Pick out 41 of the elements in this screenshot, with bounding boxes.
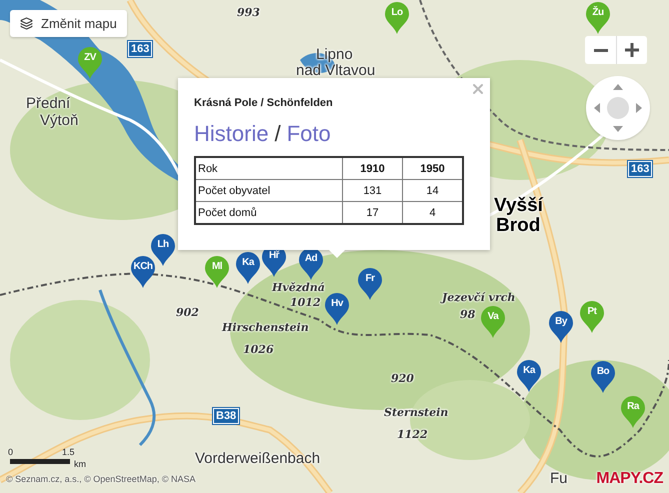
logo: MAPY.CZ	[596, 470, 663, 488]
map-label: 1122	[397, 429, 428, 440]
map-label: 902	[176, 307, 199, 318]
table-header: Rok	[195, 157, 342, 180]
map-label: nad Vltavou	[296, 63, 376, 78]
scale-bar	[10, 459, 70, 464]
map-label: 1026	[243, 344, 274, 355]
scale-value: 1.5	[62, 447, 75, 457]
map-label: 920	[391, 373, 414, 384]
map-label: 993	[237, 7, 260, 18]
table-cell: Počet obyvatel	[195, 180, 342, 202]
minus-icon	[594, 48, 608, 52]
map-label: Jezevčí vrch	[442, 292, 516, 303]
map-label: Vyšší	[494, 196, 543, 215]
plus-icon	[625, 43, 639, 57]
scale-start: 0	[8, 447, 14, 457]
close-icon	[470, 81, 486, 97]
link-separator: /	[274, 121, 281, 147]
layers-icon	[20, 17, 33, 30]
attribution-text: © Seznam.cz, a.s., © OpenStreetMap, © NASA	[6, 474, 196, 484]
scale-unit: km	[74, 459, 86, 469]
road-number: 163	[628, 161, 652, 178]
map-label: Výtoň	[40, 113, 78, 128]
map-label: Hvězdná	[272, 282, 325, 293]
map-label: Přední	[26, 96, 70, 111]
road-number: 163	[128, 41, 152, 58]
table-cell: 131	[342, 180, 402, 202]
map-label: 98	[460, 309, 476, 320]
photo-link[interactable]: Foto	[286, 121, 331, 147]
map-label: Brod	[496, 216, 540, 235]
map-label: Fu	[550, 471, 568, 486]
map-label: Hirschenstein	[222, 322, 309, 333]
change-map-button[interactable]: Změnit mapu	[10, 10, 127, 37]
road-number: B38	[213, 408, 240, 424]
popup-title: Krásná Pole / Schönfelden	[194, 97, 334, 109]
map-label: Sternstein	[384, 407, 448, 418]
map-label: 1012	[290, 297, 321, 308]
table-header: 1910	[342, 157, 402, 180]
history-link[interactable]: Historie	[194, 121, 269, 147]
map-label: Lipno	[316, 47, 353, 62]
map-label: Vorderweißenbach	[195, 451, 320, 466]
